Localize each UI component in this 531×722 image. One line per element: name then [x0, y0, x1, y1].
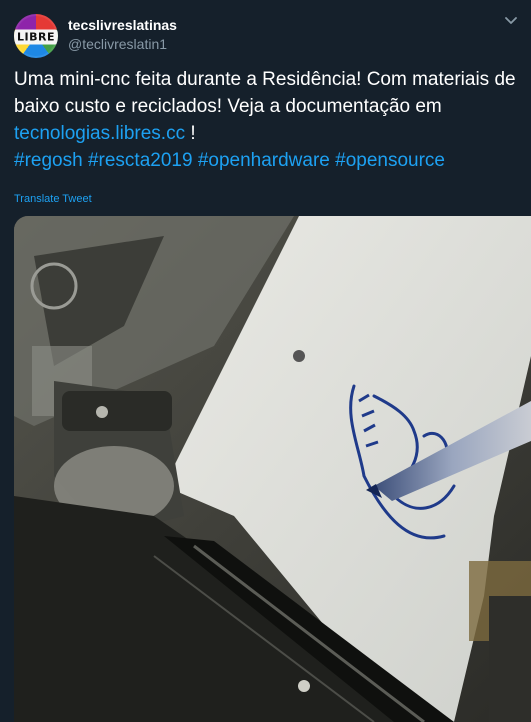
- tweet-text: Uma mini-cnc feita durante a Residência!…: [14, 66, 519, 174]
- hashtag-opensource[interactable]: #opensource: [335, 150, 445, 171]
- hashtag-openhardware[interactable]: #openhardware: [198, 150, 330, 171]
- avatar[interactable]: LIBRE: [14, 14, 58, 58]
- author-handle[interactable]: @teclivreslatin1: [68, 36, 167, 52]
- documentation-link[interactable]: tecnologias.libres.cc: [14, 123, 185, 144]
- video-thumbnail: [14, 216, 531, 722]
- author-name[interactable]: tecslivreslatinas: [68, 17, 177, 33]
- tweet-text-body: Uma mini-cnc feita durante a Residência!…: [14, 69, 516, 117]
- hashtag-rescta2019[interactable]: #rescta2019: [88, 150, 193, 171]
- translate-tweet-link[interactable]: Translate Tweet: [14, 193, 92, 205]
- hashtag-regosh[interactable]: #regosh: [14, 150, 83, 171]
- tweet-media-video[interactable]: [14, 216, 531, 722]
- chevron-down-icon[interactable]: [501, 10, 521, 30]
- avatar-logo: LIBRE: [14, 29, 58, 45]
- tweet-text-tail: !: [185, 123, 196, 144]
